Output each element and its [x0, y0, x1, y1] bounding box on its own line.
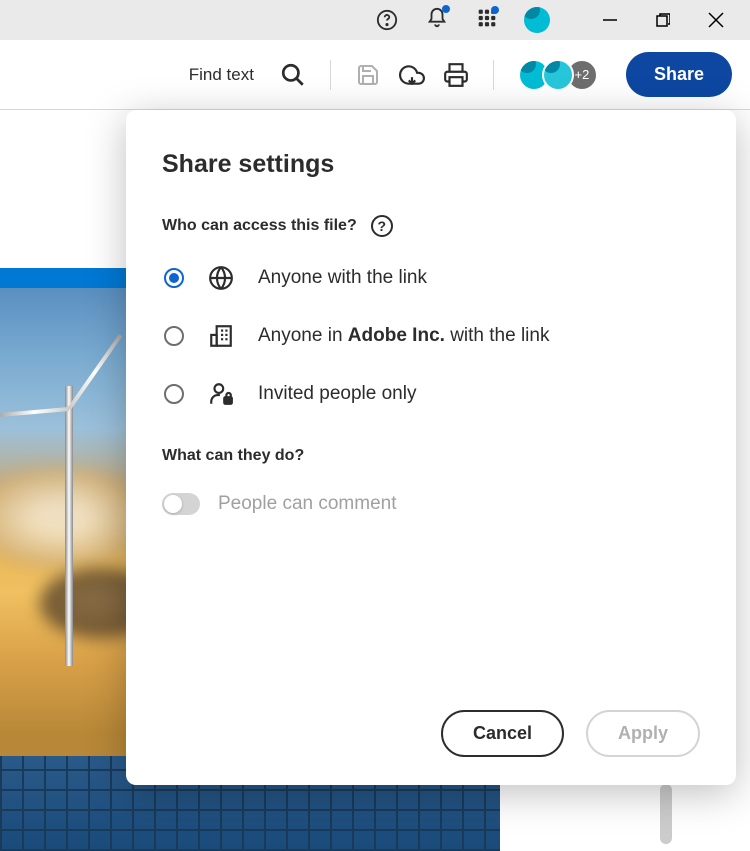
dialog-footer: Cancel Apply: [441, 710, 700, 757]
radio-unselected[interactable]: [164, 326, 184, 346]
cancel-button[interactable]: Cancel: [441, 710, 564, 757]
find-text-label[interactable]: Find text: [189, 65, 254, 85]
radio-unselected[interactable]: [164, 384, 184, 404]
window-titlebar: [0, 0, 750, 40]
permission-section-label: What can they do?: [162, 447, 700, 465]
save-icon[interactable]: [355, 62, 381, 88]
globe-icon: [208, 265, 234, 291]
access-option-anyone-link[interactable]: Anyone with the link: [162, 265, 700, 291]
close-button[interactable]: [692, 0, 740, 40]
option-label: Anyone with the link: [258, 267, 427, 289]
dialog-title: Share settings: [162, 150, 700, 179]
divider: [330, 60, 331, 90]
avatar[interactable]: [513, 0, 561, 40]
option-label: Anyone in Adobe Inc. with the link: [258, 325, 549, 347]
option-label: Invited people only: [258, 383, 416, 405]
access-option-org-link[interactable]: Anyone in Adobe Inc. with the link: [162, 323, 700, 349]
toggle-off[interactable]: [162, 493, 200, 515]
collaborator-avatars[interactable]: +2: [518, 59, 598, 91]
minimize-button[interactable]: [586, 0, 634, 40]
search-icon[interactable]: [280, 62, 306, 88]
access-option-invited-only[interactable]: Invited people only: [162, 381, 700, 407]
apply-button: Apply: [586, 710, 700, 757]
apps-grid-icon[interactable]: [463, 0, 511, 40]
share-button[interactable]: Share: [626, 52, 732, 97]
print-icon[interactable]: [443, 62, 469, 88]
comment-toggle-row[interactable]: People can comment: [162, 493, 700, 515]
avatar: [542, 59, 574, 91]
access-label-text: Who can access this file?: [162, 217, 357, 235]
person-lock-icon: [208, 381, 234, 407]
toggle-label: People can comment: [218, 493, 397, 515]
radio-selected[interactable]: [164, 268, 184, 288]
help-icon[interactable]: [363, 0, 411, 40]
divider: [493, 60, 494, 90]
app-toolbar: Find text +2 Share: [0, 40, 750, 110]
cloud-sync-icon[interactable]: [399, 62, 425, 88]
notification-icon[interactable]: [413, 0, 461, 40]
share-settings-dialog: Share settings Who can access this file?…: [126, 110, 736, 785]
building-icon: [208, 323, 234, 349]
help-icon[interactable]: ?: [371, 215, 393, 237]
access-section-label: Who can access this file? ?: [162, 215, 700, 237]
scrollbar[interactable]: [660, 784, 672, 844]
maximize-button[interactable]: [639, 0, 687, 40]
